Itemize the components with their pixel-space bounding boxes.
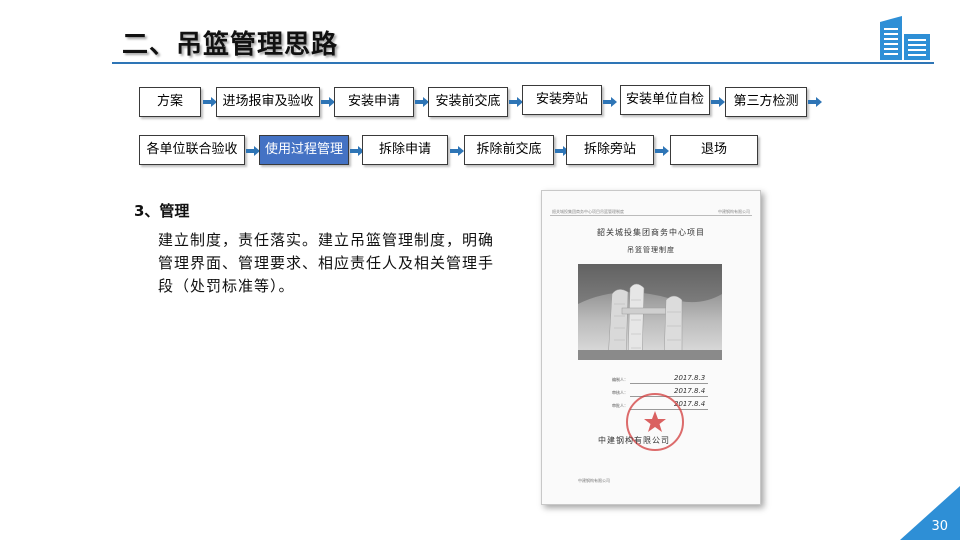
right-arrow-icon [711,97,725,107]
document-subtitle: 吊篮管理制度 [627,246,675,254]
flow-step-plan: 方案 [139,87,201,117]
right-arrow-icon [246,146,260,156]
flow-step-joint-acceptance: 各单位联合验收 [139,135,245,165]
flow-step-dismantle-apply: 拆除申请 [362,135,448,165]
title-underline [112,62,934,64]
flow-step-dismantle-supervision: 拆除旁站 [566,135,654,165]
document-company: 中建钢构有限公司 [598,436,670,445]
flow-step-entry-review: 进场报审及验收 [216,87,320,117]
flow-step-third-party: 第三方检测 [725,87,807,117]
document-footer: 中建钢构有限公司 [578,478,610,483]
right-arrow-icon [808,97,822,107]
sign-line [630,383,708,384]
right-arrow-icon [450,146,464,156]
document-header-rule [550,215,752,216]
slide-title: 二、吊篮管理思路 [122,30,339,60]
right-arrow-icon [603,97,617,107]
flow-step-install-briefing: 安装前交底 [428,87,508,117]
section-heading: 3、管理 [134,202,190,220]
flow-step-install-supervision: 安装旁站 [522,85,602,115]
flow-step-dismantle-briefing: 拆除前交底 [464,135,554,165]
right-arrow-icon [415,97,429,107]
document-title: 韶关城投集团商务中心项目 [597,228,705,237]
flow-step-usage-management: 使用过程管理 [259,135,349,165]
management-document-image: 韶关城投集团商务中心项目吊篮管理制度 中建钢构有限公司 韶关城投集团商务中心项目… [541,190,761,505]
flow-step-install-apply: 安装申请 [334,87,414,117]
sign-label-compiler: 编制人： [612,377,628,382]
building-photo [578,264,722,360]
section-body: 建立制度，责任落实。建立吊篮管理制度，明确管理界面、管理要求、相应责任人及相关管… [158,231,495,295]
sign-date: 2017.8.3 [674,374,706,382]
page-number: 30 [931,519,948,534]
right-arrow-icon [655,146,669,156]
right-arrow-icon [321,97,335,107]
right-arrow-icon [203,97,217,107]
building-logo-icon [876,12,934,62]
flow-step-exit: 退场 [670,135,758,165]
corner-decoration [900,486,960,540]
flow-step-self-inspection: 安装单位自检 [620,85,710,115]
right-arrow-icon [509,97,523,107]
